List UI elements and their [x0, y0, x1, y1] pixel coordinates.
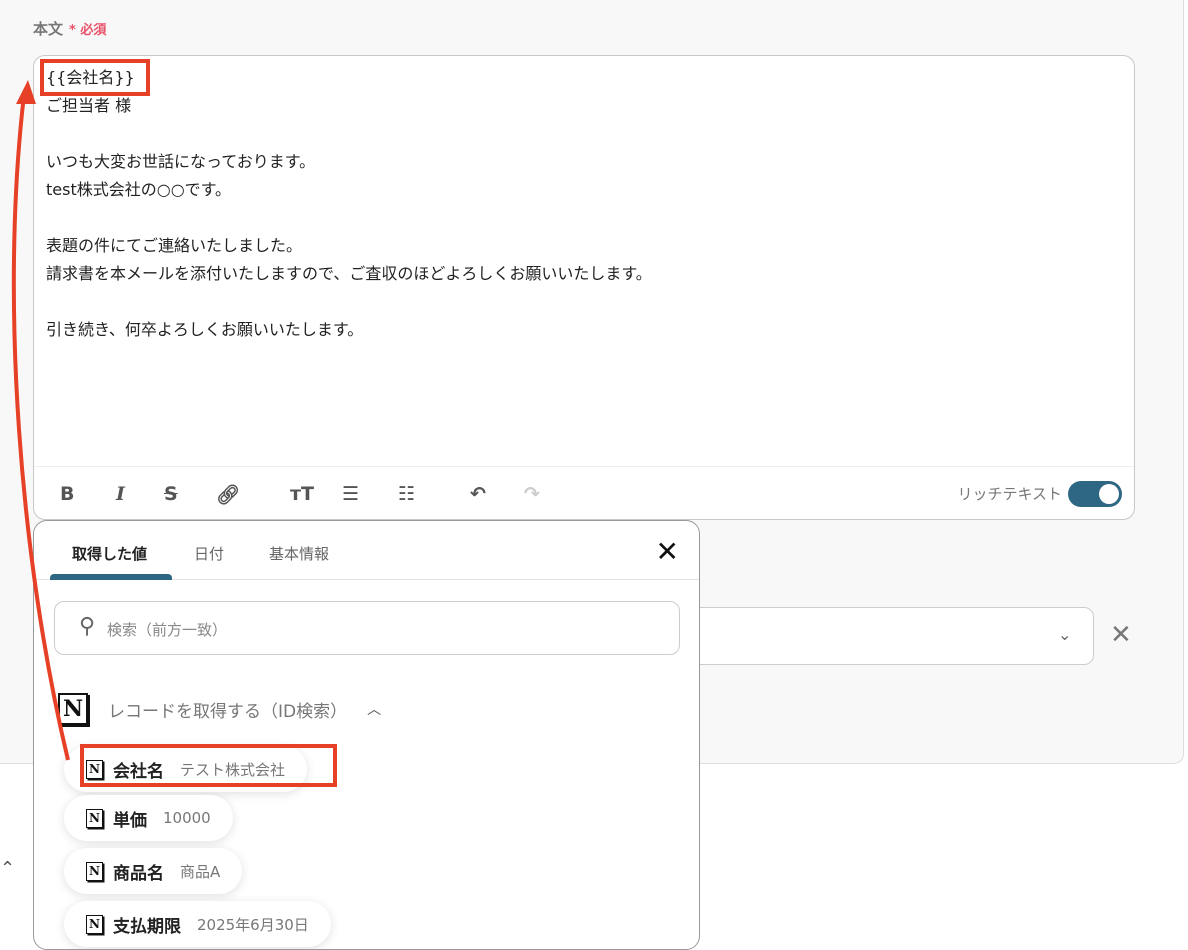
annotation-arrow [11, 80, 70, 761]
